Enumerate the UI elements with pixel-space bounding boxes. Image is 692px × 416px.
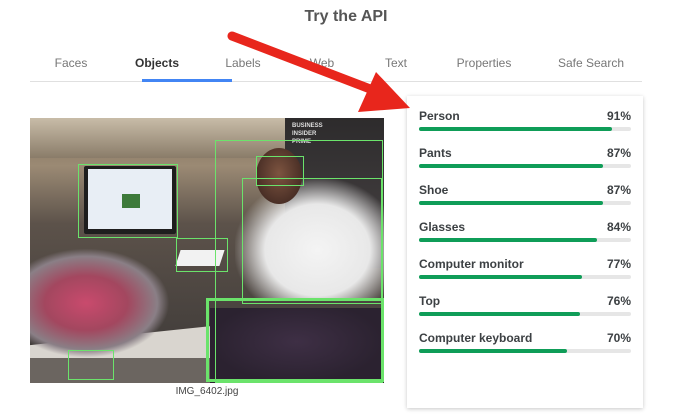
confidence-bar-track xyxy=(419,349,631,353)
tab-web[interactable]: Web xyxy=(310,56,334,70)
result-score: 70% xyxy=(606,331,631,345)
result-label: Top xyxy=(419,294,441,308)
sign-line-1: BUSINESS xyxy=(292,123,323,129)
result-score: 76% xyxy=(606,294,631,308)
tab-bar: Faces Objects Labels Web Text Properties… xyxy=(30,48,642,82)
tab-properties[interactable]: Properties xyxy=(457,56,512,70)
photo-clothes xyxy=(30,248,170,358)
confidence-bar-track xyxy=(419,127,631,131)
result-row[interactable]: Computer keyboard 70% xyxy=(419,331,631,359)
confidence-bar-track xyxy=(419,312,631,316)
sign-line-2: INSIDER xyxy=(292,131,317,137)
confidence-bar xyxy=(419,312,581,316)
bbox-shoe xyxy=(68,350,114,380)
tab-text[interactable]: Text xyxy=(385,56,407,70)
active-tab-indicator xyxy=(142,79,232,82)
result-score: 87% xyxy=(606,146,631,160)
confidence-bar xyxy=(419,275,583,279)
result-label: Glasses xyxy=(419,220,466,234)
confidence-bar xyxy=(419,349,568,353)
result-score: 87% xyxy=(606,183,631,197)
result-row[interactable]: Person 91% xyxy=(419,109,631,137)
result-score: 84% xyxy=(606,220,631,234)
result-label: Person xyxy=(419,109,460,123)
confidence-bar-track xyxy=(419,201,631,205)
bbox-computer-monitor xyxy=(78,164,178,238)
result-row[interactable]: Top 76% xyxy=(419,294,631,322)
result-row[interactable]: Computer monitor 77% xyxy=(419,257,631,285)
result-label: Computer monitor xyxy=(419,257,524,271)
bbox-top xyxy=(242,178,382,304)
tab-labels[interactable]: Labels xyxy=(225,56,260,70)
result-row[interactable]: Glasses 84% xyxy=(419,220,631,248)
result-label: Shoe xyxy=(419,183,449,197)
page-title: Try the API xyxy=(304,8,388,25)
tab-faces[interactable]: Faces xyxy=(55,56,88,70)
result-score: 77% xyxy=(606,257,631,271)
results-card: Person 91% Pants 87% Shoe 87% Glasses 84… xyxy=(407,96,643,408)
result-label: Computer keyboard xyxy=(419,331,533,345)
confidence-bar xyxy=(419,127,612,131)
result-row[interactable]: Shoe 87% xyxy=(419,183,631,211)
result-row[interactable]: Pants 87% xyxy=(419,146,631,174)
analyzed-photo: BUSINESS INSIDER PRIME xyxy=(30,118,384,383)
confidence-bar xyxy=(419,164,604,168)
bbox-pants xyxy=(206,298,384,382)
confidence-bar xyxy=(419,201,604,205)
confidence-bar xyxy=(419,238,598,242)
result-label: Pants xyxy=(419,146,452,160)
confidence-bar-track xyxy=(419,275,631,279)
tab-safe-search[interactable]: Safe Search xyxy=(558,56,624,70)
result-score: 91% xyxy=(606,109,631,123)
confidence-bar-track xyxy=(419,238,631,242)
confidence-bar-track xyxy=(419,164,631,168)
image-filename: IMG_6402.jpg xyxy=(175,386,239,397)
tab-objects[interactable]: Objects xyxy=(135,56,179,70)
